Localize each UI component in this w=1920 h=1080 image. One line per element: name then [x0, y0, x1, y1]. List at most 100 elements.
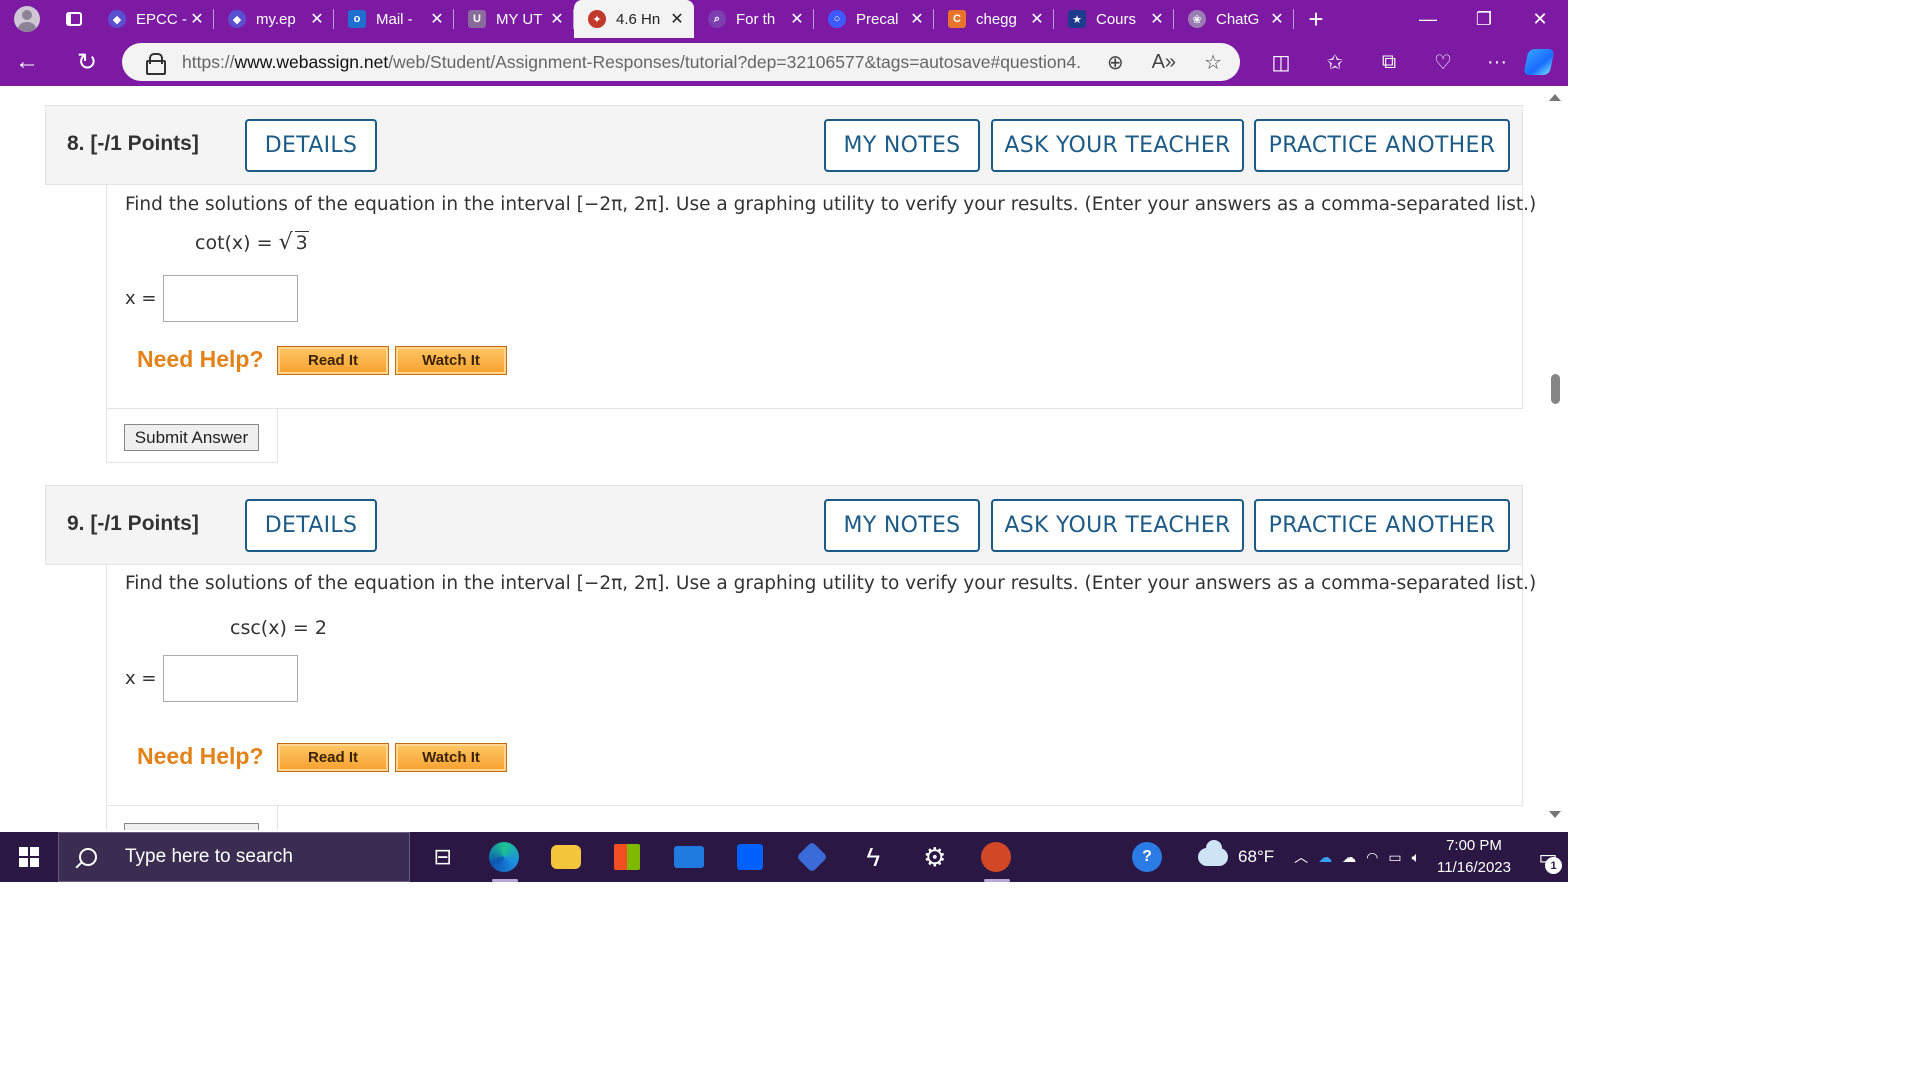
refresh-icon[interactable]: ↻: [60, 38, 114, 86]
watch-it-button[interactable]: Watch It: [395, 743, 507, 772]
ask-your-teacher-button[interactable]: ASK YOUR TEACHER: [991, 499, 1244, 552]
taskbar-search[interactable]: Type here to search: [58, 832, 410, 882]
read-it-button[interactable]: Read It: [277, 346, 389, 375]
favorites-icon[interactable]: ✩: [1308, 38, 1362, 86]
ask-your-teacher-button[interactable]: ASK YOUR TEACHER: [991, 119, 1244, 172]
task-view-icon[interactable]: ⊟: [412, 832, 474, 882]
copilot-icon[interactable]: [1523, 38, 1555, 86]
submit-answer-button[interactable]: Submit Answer: [124, 424, 259, 451]
tab-title: EPCC -: [136, 10, 187, 28]
answer-input[interactable]: [163, 275, 298, 322]
address-bar[interactable]: https://www.webassign.net/web/Student/As…: [122, 43, 1240, 81]
lock-icon[interactable]: [146, 53, 166, 75]
need-help-label: Need Help?: [137, 346, 264, 372]
practice-another-button[interactable]: PRACTICE ANOTHER: [1254, 119, 1510, 172]
question-9-equation: csc(x) = 2: [230, 617, 327, 639]
tab-course[interactable]: ★ Cours ✕: [1054, 0, 1174, 38]
question-9-prompt: Find the solutions of the equation in th…: [125, 573, 1537, 594]
address-bar-actions: ⊕ A» ☆: [1107, 43, 1222, 81]
close-tab-icon[interactable]: ✕: [908, 9, 926, 29]
powerpoint-icon[interactable]: [966, 832, 1028, 882]
start-button[interactable]: [0, 832, 58, 882]
pinned-apps: ⊟ ϟ ⚙: [412, 832, 1027, 882]
split-screen-icon[interactable]: ◫: [1254, 38, 1308, 86]
tab-my-ut[interactable]: U MY UT ✕: [454, 0, 574, 38]
scrollbar-thumb[interactable]: [1551, 374, 1560, 404]
tab-webassign-active[interactable]: ✦ 4.6 Hn ✕: [574, 0, 694, 38]
tab-title: Mail -: [376, 10, 413, 28]
scroll-up-arrow-icon[interactable]: [1549, 94, 1561, 101]
scroll-down-arrow-icon[interactable]: [1549, 811, 1561, 818]
close-tab-icon[interactable]: ✕: [428, 9, 446, 29]
page-scrollbar[interactable]: [1543, 86, 1568, 830]
answer-input[interactable]: [163, 655, 298, 702]
tab-actions-icon[interactable]: [54, 0, 94, 38]
microsoft-store-icon[interactable]: [597, 832, 659, 882]
notification-badge: 1: [1545, 857, 1562, 874]
zoom-icon[interactable]: ⊕: [1107, 50, 1124, 75]
tab-my-ep[interactable]: ◆ my.ep ✕: [214, 0, 334, 38]
browser-toolbar: ← ↻ https://www.webassign.net/web/Studen…: [0, 38, 1568, 86]
restore-icon[interactable]: ❐: [1456, 0, 1512, 38]
dropbox-icon[interactable]: [720, 832, 782, 882]
power-automate-icon[interactable]: [781, 832, 843, 882]
close-tab-icon[interactable]: ✕: [1148, 9, 1166, 29]
read-aloud-icon[interactable]: A»: [1152, 51, 1176, 74]
clock[interactable]: 7:00 PM 11/16/2023: [1434, 835, 1514, 879]
battery-icon[interactable]: ▭: [1388, 849, 1401, 866]
url-text[interactable]: https://www.webassign.net/web/Student/As…: [182, 52, 1082, 73]
tab-chatgpt[interactable]: ❀ ChatG ✕: [1174, 0, 1294, 38]
system-tray: ? 68°F ︿ ☁ ☁ ◠ ▭ 🔈︎ 7:00 PM 11/16/2023 ▭…: [1132, 832, 1568, 882]
bolt-app-icon[interactable]: ϟ: [843, 832, 905, 882]
collections-icon[interactable]: ⧉: [1362, 38, 1416, 86]
weather-widget[interactable]: 68°F: [1198, 840, 1275, 867]
tray-icons: ︿ ☁ ☁ ◠ ▭ 🔈︎: [1294, 847, 1420, 867]
practice-another-button[interactable]: PRACTICE ANOTHER: [1254, 499, 1510, 552]
windows-taskbar: Type here to search ⊟ ϟ ⚙ ? 68°F ︿ ☁ ☁ ◠…: [0, 832, 1568, 882]
temperature: 68°F: [1238, 847, 1275, 866]
favorite-star-icon[interactable]: ☆: [1204, 50, 1222, 75]
tab-mail[interactable]: o Mail - ✕: [334, 0, 454, 38]
my-notes-button[interactable]: MY NOTES: [824, 119, 980, 172]
browser-essentials-icon[interactable]: ♡: [1416, 38, 1470, 86]
edge-icon[interactable]: [474, 832, 536, 882]
close-tab-icon[interactable]: ✕: [788, 9, 806, 29]
back-icon[interactable]: ←: [0, 38, 54, 86]
minimize-icon[interactable]: —: [1400, 0, 1456, 38]
settings-gear-icon[interactable]: ⚙: [904, 832, 966, 882]
tab-favicon-icon: U: [468, 10, 486, 28]
close-tab-icon[interactable]: ✕: [1268, 9, 1286, 29]
submit-answer-button-partial[interactable]: [124, 823, 259, 830]
close-tab-icon[interactable]: ✕: [188, 9, 206, 29]
square-root: 3: [279, 230, 309, 255]
notification-center-icon[interactable]: ▭ 1: [1528, 832, 1568, 882]
new-tab-button[interactable]: +: [1294, 0, 1338, 38]
my-notes-button[interactable]: MY NOTES: [824, 499, 980, 552]
watch-it-button[interactable]: Watch It: [395, 346, 507, 375]
profile-avatar[interactable]: [0, 0, 54, 38]
onedrive-personal-icon[interactable]: ☁: [1342, 849, 1356, 866]
tab-epcc[interactable]: ◆ EPCC - ✕: [94, 0, 214, 38]
close-tab-icon[interactable]: ✕: [1028, 9, 1046, 29]
chevron-up-icon[interactable]: ︿: [1294, 847, 1308, 867]
browser-tab-strip: ◆ EPCC - ✕ ◆ my.ep ✕ o Mail - ✕ U MY UT ✕ ✦ 4.6 H…: [0, 0, 1568, 38]
wifi-icon[interactable]: ◠: [1366, 849, 1378, 866]
volume-muted-icon[interactable]: 🔈︎: [1412, 849, 1420, 866]
close-tab-icon[interactable]: ✕: [548, 9, 566, 29]
close-tab-icon[interactable]: ✕: [668, 9, 686, 29]
tab-precal[interactable]: ○ Precal ✕: [814, 0, 934, 38]
chegg-icon: C: [948, 10, 966, 28]
mail-icon[interactable]: [658, 832, 720, 882]
onedrive-icon[interactable]: ☁: [1318, 849, 1332, 866]
tab-for-th[interactable]: ⌕ For th ✕: [694, 0, 814, 38]
details-button[interactable]: DETAILS: [245, 119, 377, 172]
details-button[interactable]: DETAILS: [245, 499, 377, 552]
close-tab-icon[interactable]: ✕: [308, 9, 326, 29]
answer-label: x =: [125, 668, 157, 689]
file-explorer-icon[interactable]: [535, 832, 597, 882]
close-window-icon[interactable]: ✕: [1512, 0, 1568, 38]
help-icon[interactable]: ?: [1132, 842, 1163, 872]
read-it-button[interactable]: Read It: [277, 743, 389, 772]
tab-chegg[interactable]: Cchegg ✕: [934, 0, 1054, 38]
more-menu-icon[interactable]: ···: [1470, 38, 1524, 86]
